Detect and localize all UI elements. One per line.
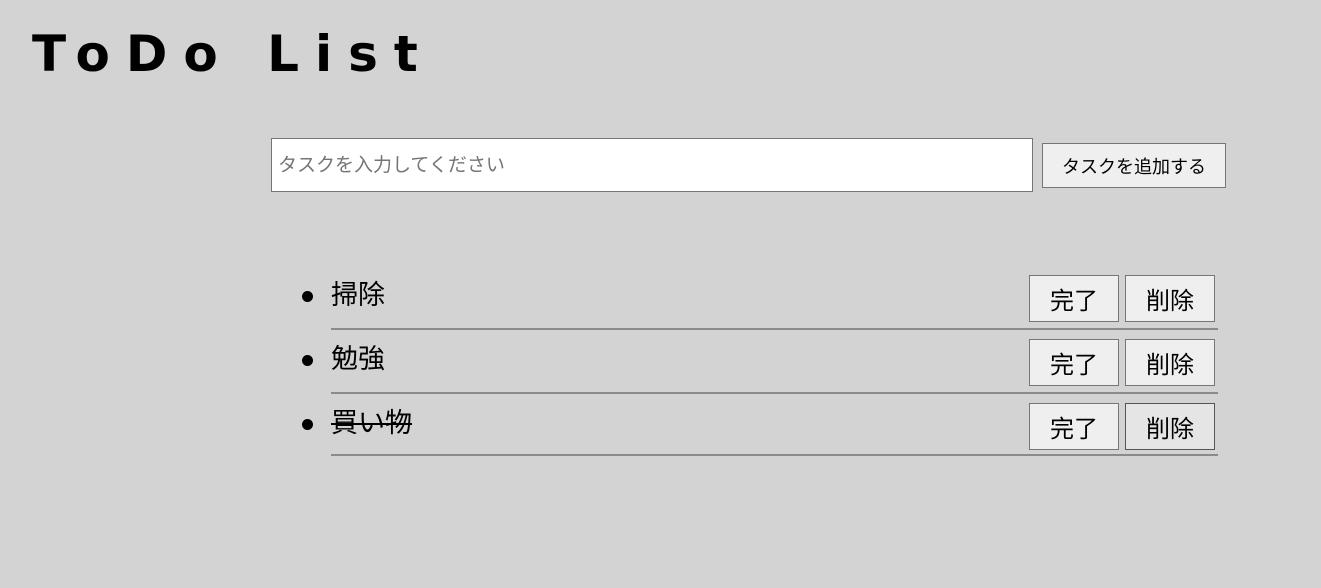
task-item: 掃除 完了 削除	[302, 266, 1218, 330]
add-task-button[interactable]: タスクを追加する	[1042, 143, 1226, 188]
complete-button[interactable]: 完了	[1029, 339, 1119, 386]
bullet-icon	[302, 419, 313, 430]
task-text: 勉強	[331, 344, 385, 375]
page-title: ToDo List	[32, 25, 434, 83]
complete-button[interactable]: 完了	[1029, 403, 1119, 450]
delete-button[interactable]: 削除	[1125, 403, 1215, 450]
task-input[interactable]	[271, 138, 1033, 192]
delete-button[interactable]: 削除	[1125, 339, 1215, 386]
task-list: 掃除 完了 削除 勉強 完了 削除 買い物 完了 削除	[300, 266, 1218, 456]
task-text: 掃除	[331, 280, 385, 311]
task-item: 勉強 完了 削除	[302, 330, 1218, 394]
bullet-icon	[302, 291, 313, 302]
complete-button[interactable]: 完了	[1029, 275, 1119, 322]
task-item: 買い物 完了 削除	[302, 394, 1218, 456]
delete-button[interactable]: 削除	[1125, 275, 1215, 322]
task-text: 買い物	[331, 408, 412, 439]
bullet-icon	[302, 355, 313, 366]
